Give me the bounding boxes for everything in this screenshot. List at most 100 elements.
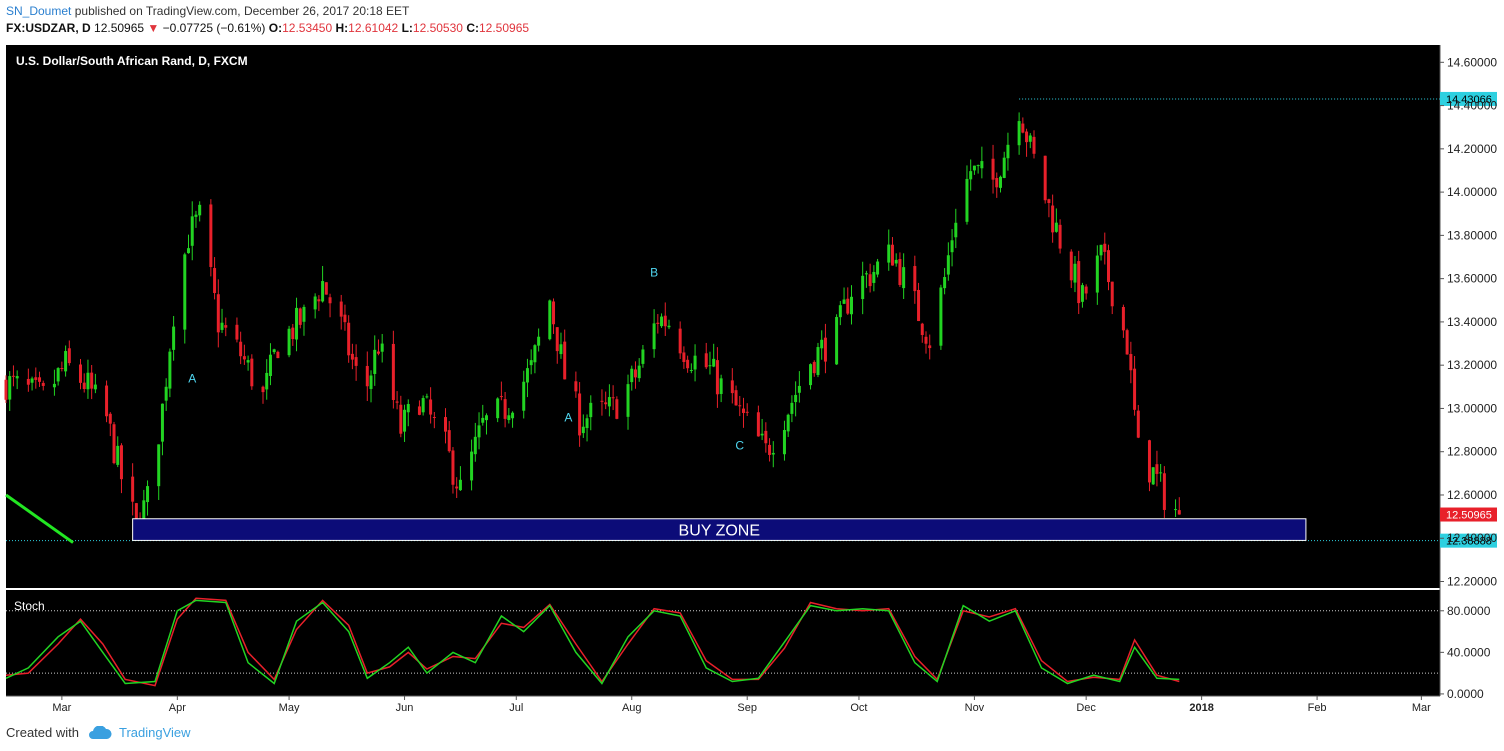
candle-body [403, 409, 407, 432]
candle-body [917, 289, 921, 322]
candle-body [64, 351, 68, 372]
candle-body [1043, 155, 1047, 201]
candle-body [112, 424, 116, 464]
candle-body [1080, 285, 1084, 302]
candle-body [809, 364, 813, 386]
candle-body [1002, 157, 1006, 178]
candle-body [939, 287, 943, 346]
candle-body [287, 328, 291, 356]
candle-body [406, 404, 410, 413]
y-tick-label: 12.20000 [1447, 575, 1497, 589]
candle-body [1028, 135, 1032, 142]
candle-body [1084, 286, 1088, 294]
candle-body [708, 365, 712, 367]
candle [112, 421, 116, 465]
candle-body [458, 479, 462, 491]
candle-body [842, 299, 846, 304]
candle-body [347, 322, 351, 356]
candle-body [969, 171, 973, 180]
candle-body [745, 411, 749, 413]
candle-body [317, 299, 321, 302]
candle-body [525, 368, 529, 383]
candle-body [8, 376, 12, 400]
candle-body [715, 360, 719, 395]
candle-body [82, 382, 86, 389]
wave-label: C [735, 439, 744, 453]
x-tick-label: Feb [1308, 702, 1327, 714]
candle-body [667, 325, 671, 328]
x-tick-label: Jun [396, 702, 414, 714]
candle-body [887, 244, 891, 263]
candle-body [1025, 131, 1029, 143]
stoch-y-tick-label: 0.0000 [1447, 687, 1484, 701]
candle-body [548, 300, 552, 340]
candle-body [704, 353, 708, 368]
x-tick-label: Mar [52, 702, 71, 714]
candle-body [78, 364, 82, 383]
candle-body [1121, 306, 1125, 331]
candle-body [1017, 121, 1021, 146]
candle-body [820, 339, 824, 349]
candle-body [719, 378, 723, 394]
candle-body [537, 336, 541, 346]
candle-body [786, 414, 790, 432]
candle-body [552, 301, 556, 325]
y-tick-label: 12.60000 [1447, 488, 1497, 502]
candle-body [291, 327, 295, 340]
candle-body [563, 341, 567, 380]
tradingview-link[interactable]: TradingView [119, 725, 191, 740]
candle-body [1147, 440, 1151, 483]
y-tick-label: 12.40000 [1447, 531, 1497, 545]
candle-body [943, 277, 947, 289]
candle-body [354, 357, 358, 366]
candle-body [864, 273, 868, 275]
candle-body [1162, 473, 1166, 510]
candle-body [268, 354, 272, 377]
candle-body [67, 348, 71, 364]
candle-body [261, 386, 265, 393]
candle-body [637, 365, 641, 379]
wave-label: A [188, 371, 196, 385]
candle-body [533, 345, 537, 363]
candle-body [324, 282, 328, 295]
main-pane[interactable] [6, 45, 1440, 588]
candle-body [1110, 281, 1114, 307]
candle-body [559, 344, 563, 355]
candle-body [447, 430, 451, 452]
candle-body [499, 396, 503, 398]
candle-body [1058, 224, 1062, 249]
chart-canvas[interactable]: 14.4306612.3888812.50965BUY ZONEAABC 14.… [0, 0, 1504, 751]
candle-body [823, 337, 827, 362]
candle-body [730, 380, 734, 394]
candle-body [246, 360, 250, 363]
candle-body [902, 267, 906, 289]
candle-body [373, 349, 377, 374]
candle-body [432, 416, 436, 418]
candle-body [604, 402, 608, 405]
candle [250, 354, 254, 390]
candle-body [4, 379, 8, 400]
candle-body [220, 322, 224, 330]
candle-body [876, 261, 880, 275]
candle-body [209, 204, 213, 267]
candle-body [574, 381, 578, 392]
wave-label: B [650, 265, 658, 279]
tradingview-cloud-icon [88, 725, 112, 739]
candle-body [794, 394, 798, 403]
candle-body [1006, 144, 1010, 159]
candle-body [1136, 410, 1140, 438]
candle-body [630, 368, 634, 383]
candle-body [1032, 136, 1036, 154]
candle-body [507, 415, 511, 421]
candle-body [444, 417, 448, 432]
candle-body [15, 376, 19, 379]
candle-body [272, 349, 276, 353]
candle-body [295, 307, 299, 340]
stoch-pane[interactable] [6, 590, 1440, 696]
created-with-label: Created with [6, 725, 79, 740]
x-tick-label: Jul [509, 702, 523, 714]
candle-body [41, 382, 45, 386]
candle [209, 199, 213, 277]
stoch-y-tick-label: 80.0000 [1447, 604, 1491, 618]
candle-body [656, 322, 660, 324]
